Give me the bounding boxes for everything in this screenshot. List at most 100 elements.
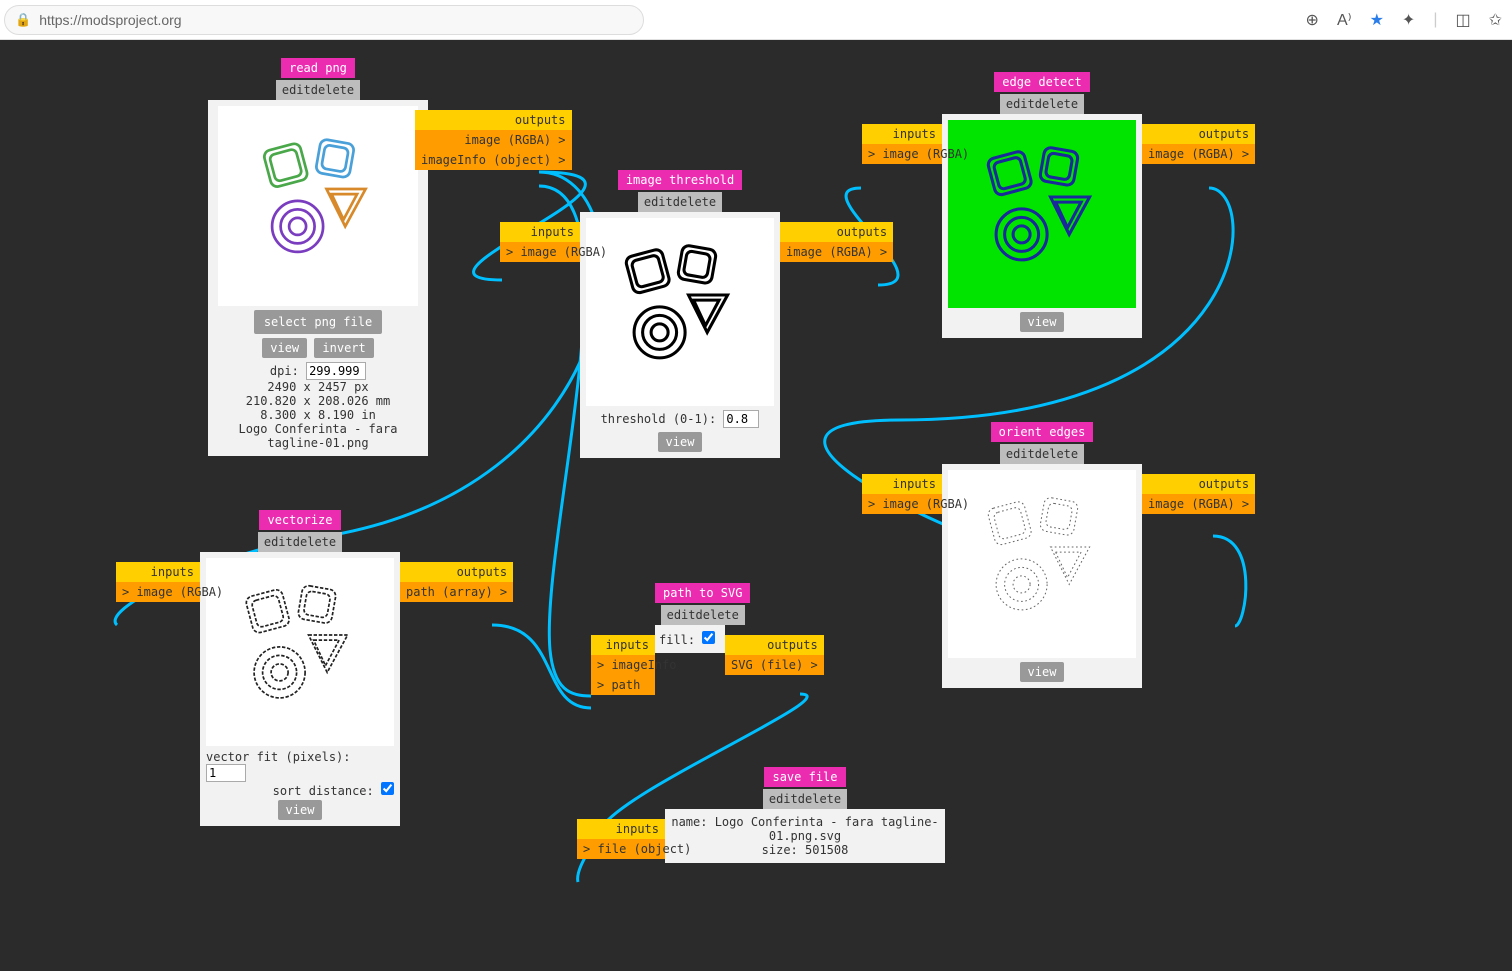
inputs-panel: inputs > image (RGBA): [500, 222, 580, 262]
view-button[interactable]: view: [658, 432, 703, 452]
view-button[interactable]: view: [262, 338, 307, 358]
inputs-header: inputs: [116, 562, 200, 582]
inputs-panel: inputs > image (RGBA): [116, 562, 200, 602]
output-image[interactable]: image (RGBA) >: [1142, 494, 1255, 514]
zoom-icon[interactable]: ⊕: [1306, 10, 1319, 30]
dpi-input[interactable]: [306, 362, 366, 380]
threshold-input[interactable]: [723, 410, 759, 428]
threshold-label: threshold (0-1):: [601, 412, 717, 426]
address-bar[interactable]: 🔒 https://modsproject.org: [4, 5, 644, 35]
delete-button[interactable]: delete: [798, 792, 841, 806]
sort-distance-checkbox[interactable]: [381, 782, 394, 795]
vector-fit-input[interactable]: [206, 764, 246, 782]
output-path[interactable]: path (array) >: [400, 582, 513, 602]
fit-label: vector fit (pixels):: [206, 750, 351, 764]
view-button[interactable]: view: [278, 800, 323, 820]
separator: |: [1433, 11, 1437, 29]
node-controls: edit delete: [763, 789, 847, 809]
outputs-panel: outputs SVG (file) >: [725, 635, 824, 675]
image-preview: [218, 106, 418, 306]
extensions-icon[interactable]: ✦: [1402, 10, 1415, 30]
outputs-panel: outputs image (RGBA) >: [1142, 124, 1255, 164]
input-image[interactable]: > image (RGBA): [862, 144, 942, 164]
node-path-to-svg[interactable]: path to SVG edit delete fill: inputs > i…: [655, 583, 750, 653]
node-title: edge detect: [994, 72, 1089, 92]
input-path[interactable]: > path: [591, 675, 655, 695]
input-image[interactable]: > image (RGBA): [862, 494, 942, 514]
outputs-header: outputs: [400, 562, 513, 582]
delete-button[interactable]: delete: [293, 535, 336, 549]
outputs-header: outputs: [415, 110, 572, 130]
node-controls: edit delete: [1000, 444, 1084, 464]
outputs-panel: outputs path (array) >: [400, 562, 513, 602]
input-image[interactable]: > image (RGBA): [116, 582, 200, 602]
node-image-threshold[interactable]: image threshold edit delete threshold (0…: [580, 170, 780, 458]
favorite-icon[interactable]: ★: [1370, 10, 1384, 30]
node-body: fill:: [655, 625, 725, 653]
delete-button[interactable]: delete: [311, 83, 354, 97]
output-image[interactable]: image (RGBA) >: [415, 130, 572, 150]
outputs-header: outputs: [780, 222, 893, 242]
outputs-panel: outputs image (RGBA) >: [1142, 474, 1255, 514]
output-svg[interactable]: SVG (file) >: [725, 655, 824, 675]
favorites-bar-icon[interactable]: ✩: [1489, 10, 1502, 30]
delete-button[interactable]: delete: [673, 195, 716, 209]
edit-button[interactable]: edit: [644, 195, 673, 209]
edit-button[interactable]: edit: [282, 83, 311, 97]
node-body: select png file view invert dpi: 2490 x …: [208, 100, 428, 456]
delete-button[interactable]: delete: [696, 608, 739, 622]
inputs-header: inputs: [862, 474, 942, 494]
node-read-png[interactable]: read png edit delete select png file: [208, 58, 428, 456]
select-file-button[interactable]: select png file: [254, 310, 382, 334]
collections-icon[interactable]: ◫: [1455, 10, 1470, 30]
node-controls: edit delete: [276, 80, 360, 100]
node-body: threshold (0-1): view: [580, 212, 780, 458]
info-mm: 210.820 x 208.026 mm: [214, 394, 422, 408]
node-controls: edit delete: [258, 532, 342, 552]
browser-toolbar: 🔒 https://modsproject.org ⊕ A⁾ ★ ✦ | ◫ ✩: [0, 0, 1512, 40]
node-title: image threshold: [618, 170, 742, 190]
view-button[interactable]: view: [1020, 662, 1065, 682]
read-aloud-icon[interactable]: A⁾: [1337, 10, 1352, 30]
input-image[interactable]: > image (RGBA): [500, 242, 580, 262]
invert-button[interactable]: invert: [314, 338, 373, 358]
image-preview: [948, 470, 1136, 658]
output-image[interactable]: image (RGBA) >: [780, 242, 893, 262]
edit-button[interactable]: edit: [1006, 97, 1035, 111]
edit-button[interactable]: edit: [1006, 447, 1035, 461]
node-save-file[interactable]: save file edit delete name: Logo Conferi…: [665, 767, 945, 863]
browser-actions: ⊕ A⁾ ★ ✦ | ◫ ✩: [1306, 10, 1508, 30]
inputs-panel: inputs > image (RGBA): [862, 124, 942, 164]
input-imageinfo[interactable]: > imageInfo: [591, 655, 655, 675]
info-in: 8.300 x 8.190 in: [214, 408, 422, 422]
node-title: vectorize: [259, 510, 340, 530]
inputs-panel: inputs > file (object): [577, 819, 665, 859]
view-button[interactable]: view: [1020, 312, 1065, 332]
node-body: view: [942, 464, 1142, 688]
fill-checkbox[interactable]: [702, 631, 715, 644]
save-name: name: Logo Conferinta - fara tagline-01.…: [671, 815, 939, 843]
inputs-header: inputs: [591, 635, 655, 655]
delete-button[interactable]: delete: [1035, 97, 1078, 111]
inputs-header: inputs: [500, 222, 580, 242]
output-imageinfo[interactable]: imageInfo (object) >: [415, 150, 572, 170]
node-body: name: Logo Conferinta - fara tagline-01.…: [665, 809, 945, 863]
inputs-header: inputs: [862, 124, 942, 144]
node-orient-edges[interactable]: orient edges edit delete view inputs > i…: [942, 422, 1142, 688]
edit-button[interactable]: edit: [264, 535, 293, 549]
node-edge-detect[interactable]: edge detect edit delete view inputs > im…: [942, 72, 1142, 338]
image-preview: [206, 558, 394, 746]
outputs-header: outputs: [1142, 474, 1255, 494]
delete-button[interactable]: delete: [1035, 447, 1078, 461]
inputs-header: inputs: [577, 819, 665, 839]
edit-button[interactable]: edit: [769, 792, 798, 806]
node-canvas[interactable]: read png edit delete select png file: [0, 40, 1512, 971]
fill-label: fill:: [659, 633, 695, 647]
output-image[interactable]: image (RGBA) >: [1142, 144, 1255, 164]
image-preview: [948, 120, 1136, 308]
outputs-header: outputs: [725, 635, 824, 655]
node-vectorize[interactable]: vectorize edit delete vector fit (pixels…: [200, 510, 400, 826]
node-title: read png: [281, 58, 355, 78]
edit-button[interactable]: edit: [667, 608, 696, 622]
input-file[interactable]: > file (object): [577, 839, 665, 859]
